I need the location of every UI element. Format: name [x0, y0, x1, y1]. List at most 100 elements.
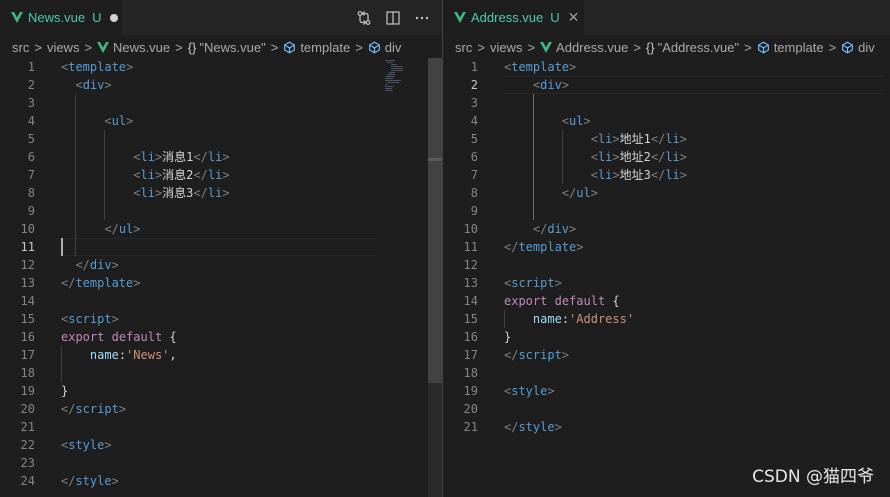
code-line[interactable]: 16 export default {: [0, 328, 442, 346]
code-line[interactable]: 7 <li>消息2</li>: [0, 166, 442, 184]
code-token: div: [540, 78, 562, 92]
code-line[interactable]: 20 </script>: [0, 400, 442, 418]
code-text: </style>: [504, 418, 562, 436]
breadcrumb-src[interactable]: src: [12, 40, 29, 55]
code-line[interactable]: 13 <script>: [443, 274, 890, 292]
code-line[interactable]: 19}: [0, 382, 442, 400]
code-text: </style>: [61, 472, 119, 490]
tab-address-vue[interactable]: Address.vue U ✕: [443, 0, 584, 35]
line-number: 3: [27, 96, 35, 110]
code-line[interactable]: 5: [0, 130, 442, 148]
code-line[interactable]: 10 </ul>: [0, 220, 442, 238]
code-token: >: [104, 438, 112, 452]
minimap[interactable]: [383, 58, 427, 497]
code-line[interactable]: 8 </ul>: [443, 184, 890, 202]
code-line[interactable]: 2 <div>: [443, 76, 890, 94]
code-token: >: [222, 168, 230, 182]
code-line[interactable]: 9: [0, 202, 442, 220]
code-line[interactable]: 18: [0, 364, 442, 382]
code-token: >: [612, 168, 620, 182]
more-actions-icon[interactable]: [414, 10, 430, 26]
code-line[interactable]: 23: [0, 454, 442, 472]
code-line[interactable]: 17 </script>: [443, 346, 890, 364]
code-line[interactable]: 10 </div>: [443, 220, 890, 238]
code-line[interactable]: 4 <ul>: [443, 112, 890, 130]
code-line[interactable]: 12 </div>: [0, 256, 442, 274]
code-token: default: [554, 294, 606, 308]
breadcrumb-views[interactable]: views: [490, 40, 523, 55]
code-line[interactable]: 8 <li>消息3</li>: [0, 184, 442, 202]
breadcrumb-views[interactable]: views: [47, 40, 80, 55]
code-line[interactable]: 3: [0, 94, 442, 112]
breadcrumb-div[interactable]: div: [841, 40, 875, 55]
code-line[interactable]: 13 </template>: [0, 274, 442, 292]
untracked-badge: U: [92, 10, 102, 25]
tab-bar: News.vue U: [0, 0, 442, 35]
code-line[interactable]: 18: [443, 364, 890, 382]
code-line[interactable]: 22 <style>: [0, 436, 442, 454]
code-line[interactable]: 3: [443, 94, 890, 112]
breadcrumb-src[interactable]: src: [455, 40, 472, 55]
code-line[interactable]: 15 <script>: [0, 310, 442, 328]
code-line[interactable]: 5 <li>地址1</li>: [443, 130, 890, 148]
breadcrumb-template[interactable]: template: [757, 40, 824, 55]
code-line[interactable]: 6 <li>消息1</li>: [0, 148, 442, 166]
indent-guide: [532, 94, 534, 112]
code-line[interactable]: 1 <template>: [0, 58, 442, 76]
code-line[interactable]: 1 <template>: [443, 58, 890, 76]
code-token: li: [207, 168, 223, 182]
line-number: 16: [463, 330, 478, 344]
code-token: >: [612, 150, 620, 164]
code-line[interactable]: 11: [0, 238, 442, 256]
code-token: template: [75, 276, 134, 290]
code-line[interactable]: 6 <li>地址2</li>: [443, 148, 890, 166]
code-line[interactable]: 14 export default {: [443, 292, 890, 310]
unsaved-dot-icon[interactable]: [110, 13, 119, 22]
code-token: script: [75, 402, 119, 416]
watermark: CSDN @猫四爷: [752, 467, 874, 487]
code-line[interactable]: 21: [0, 418, 442, 436]
code-text: </ul>: [61, 220, 140, 238]
compare-changes-icon[interactable]: [356, 10, 372, 26]
code-line[interactable]: 7 <li>地址3</li>: [443, 166, 890, 184]
code-token: script: [68, 312, 112, 326]
code-editor[interactable]: 1 <template> 2 <div> 3 4 <ul> 5 <li>地址1</li> 6…: [443, 58, 890, 497]
code-line[interactable]: 15 name:'Address': [443, 310, 890, 328]
close-icon[interactable]: ✕: [568, 9, 580, 26]
breadcrumb-component[interactable]: {} "News.vue": [188, 40, 266, 55]
line-number: 7: [27, 168, 35, 182]
code-token: </: [532, 222, 548, 236]
line-number: 23: [20, 456, 35, 470]
breadcrumb-file[interactable]: News.vue: [97, 40, 170, 55]
code-line[interactable]: 20: [443, 400, 890, 418]
code-line[interactable]: 11 </template>: [443, 238, 890, 256]
code-line[interactable]: 9: [443, 202, 890, 220]
tab-news-vue[interactable]: News.vue U: [0, 0, 122, 35]
breadcrumb-file[interactable]: Address.vue: [540, 40, 628, 55]
code-line[interactable]: 21 </style>: [443, 418, 890, 436]
breadcrumb-div[interactable]: div: [368, 40, 401, 55]
line-number: 17: [20, 348, 35, 362]
code-line[interactable]: 4 <ul>: [0, 112, 442, 130]
code-line[interactable]: 24 </style>: [0, 472, 442, 490]
code-token: li: [665, 168, 680, 182]
breadcrumb-component[interactable]: {} "Address.vue": [646, 40, 739, 55]
code-text: <div>: [61, 76, 111, 94]
code-line[interactable]: 19 <style>: [443, 382, 890, 400]
code-editor[interactable]: 1 <template> 2 <div> 3 4 <ul> 5 6 <li>消息1</li>…: [0, 58, 442, 497]
object-braces-icon: {}: [645, 39, 655, 55]
code-line[interactable]: 17 name:'News',: [0, 346, 442, 364]
code-line[interactable]: 12: [443, 256, 890, 274]
code-token: </: [650, 132, 666, 146]
breadcrumb-template[interactable]: template: [283, 40, 350, 55]
vue-logo-icon: [454, 12, 466, 23]
line-number: 20: [463, 402, 478, 416]
scrollbar-thumb[interactable]: [428, 58, 442, 383]
code-line[interactable]: 14: [0, 292, 442, 310]
code-line[interactable]: 16}: [443, 328, 890, 346]
code-line[interactable]: 2 <div>: [0, 76, 442, 94]
split-editor-icon[interactable]: [385, 10, 401, 26]
